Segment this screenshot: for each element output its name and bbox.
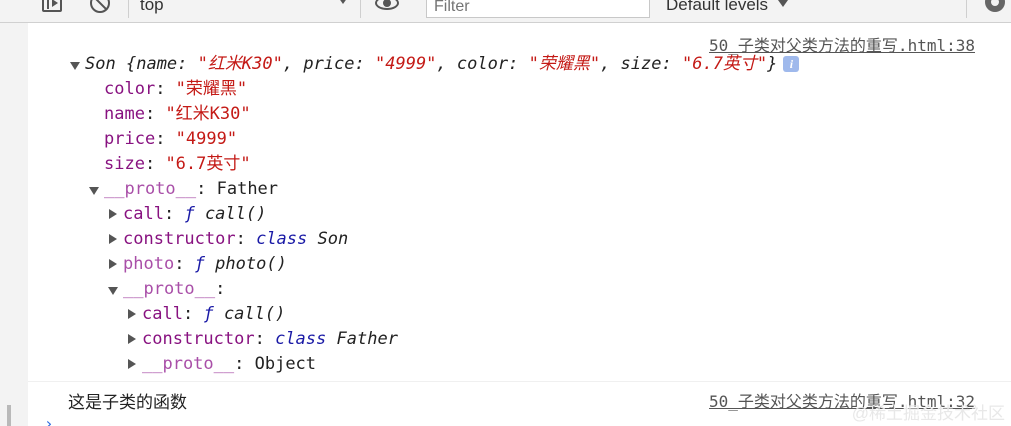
proto-row[interactable]: __proto__: <box>123 278 225 300</box>
collapse-triangle-icon[interactable] <box>128 359 136 369</box>
log-levels-label: Default levels <box>666 0 769 14</box>
collapse-triangle-icon[interactable] <box>128 309 136 319</box>
method-row[interactable]: constructor: class Father <box>142 328 398 350</box>
filter-input[interactable] <box>426 0 650 18</box>
chevron-down-icon <box>338 0 348 4</box>
property-row: color: "荣耀黑" <box>104 79 248 99</box>
left-gutter <box>0 23 28 426</box>
collapse-triangle-icon[interactable] <box>128 334 136 344</box>
devtools-console: top Default levels 50_子类对父类方法的重写.html:38… <box>0 0 1011 426</box>
expand-triangle-icon[interactable] <box>89 187 99 195</box>
method-row[interactable]: call: ƒ call() <box>123 203 266 225</box>
scroll-marker <box>7 405 11 426</box>
clear-console-icon[interactable] <box>90 0 110 13</box>
property-row: price: "4999" <box>104 129 238 149</box>
chevron-down-icon <box>778 0 789 7</box>
expand-triangle-icon[interactable] <box>108 287 118 295</box>
log-levels-dropdown[interactable]: Default levels <box>666 0 789 15</box>
object-summary[interactable]: Son {name: "红米K30", price: "4999", color… <box>85 53 800 75</box>
toolbar-divider <box>966 0 967 18</box>
info-icon[interactable]: i <box>783 56 800 72</box>
proto-row[interactable]: __proto__: Father <box>104 178 278 200</box>
property-row: size: "6.7英寸" <box>104 154 251 174</box>
proto-row[interactable]: __proto__: Object <box>142 353 316 375</box>
toolbar-divider <box>360 0 361 18</box>
console-toolbar: top Default levels <box>0 0 1011 23</box>
method-row[interactable]: photo: ƒ photo() <box>123 253 287 275</box>
toolbar-divider <box>128 0 129 18</box>
console-message-object: 50_子类对父类方法的重写.html:38 Son {name: "红米K30"… <box>28 23 1011 380</box>
method-row[interactable]: constructor: class Son <box>123 228 348 250</box>
collapse-triangle-icon[interactable] <box>109 209 117 219</box>
live-expression-eye-icon[interactable] <box>375 0 399 10</box>
watermark: @稀土掘金技术社区 <box>851 404 1005 423</box>
settings-gear-icon[interactable] <box>985 0 1005 12</box>
method-row[interactable]: call: ƒ call() <box>142 303 285 325</box>
sidebar-toggle-icon[interactable] <box>42 0 62 12</box>
context-selector[interactable]: top <box>140 0 352 17</box>
property-row: name: "红米K30" <box>104 104 251 124</box>
console-prompt-icon[interactable]: › <box>44 416 54 426</box>
context-selector-value: top <box>140 0 164 14</box>
collapse-triangle-icon[interactable] <box>109 259 117 269</box>
collapse-triangle-icon[interactable] <box>109 234 117 244</box>
expand-triangle-icon[interactable] <box>70 62 80 70</box>
log-text: 这是子类的函数 <box>68 393 187 412</box>
